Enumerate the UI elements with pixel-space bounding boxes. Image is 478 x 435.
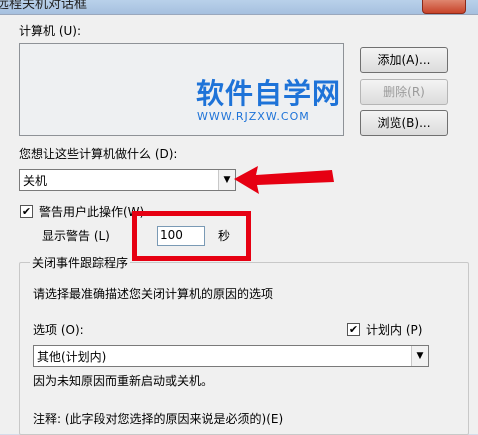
add-button[interactable]: 添加(A)...	[360, 47, 448, 73]
chevron-down-icon[interactable]: ▼	[411, 346, 428, 366]
computers-label: 计算机 (U):	[19, 24, 82, 38]
comment-label: 注释: (此字段对您选择的原因来说是必须的)(E)	[33, 412, 284, 426]
action-label: 您想让这些计算机做什么 (D):	[19, 147, 178, 161]
watermark-url: WWW.RJZXW.COM	[197, 110, 310, 123]
display-warning-label: 显示警告 (L)	[42, 229, 110, 243]
red-highlight-box	[132, 211, 251, 261]
option-description: 因为未知原因而重新启动或关机。	[33, 374, 214, 388]
option-selected-value: 其他(计划内)	[37, 350, 107, 364]
warn-checkbox[interactable]: ✔	[20, 205, 33, 218]
watermark-logo-text: 软件自学网	[196, 77, 342, 110]
tracker-title: 关闭事件跟踪程序	[30, 254, 131, 271]
action-select[interactable]: 关机 ▼	[19, 169, 236, 191]
remove-button[interactable]: 删除(R)	[360, 79, 448, 105]
browse-button[interactable]: 浏览(B)...	[360, 110, 448, 136]
planned-checkbox[interactable]: ✔	[347, 323, 360, 336]
option-select[interactable]: 其他(计划内) ▼	[33, 345, 429, 367]
warn-label: 警告用户此操作(W)	[39, 205, 145, 219]
option-label: 选项 (O):	[33, 323, 84, 337]
tracker-description: 请选择最准确描述您关闭计算机的原因的选项	[33, 287, 274, 301]
action-selected-value: 关机	[23, 174, 48, 188]
window-title: 远程关机对话框	[0, 0, 88, 12]
close-button[interactable]	[422, 0, 466, 14]
red-arrow-annotation	[234, 166, 334, 194]
title-bar: 远程关机对话框	[0, 0, 478, 14]
planned-label: 计划内 (P)	[366, 323, 423, 337]
